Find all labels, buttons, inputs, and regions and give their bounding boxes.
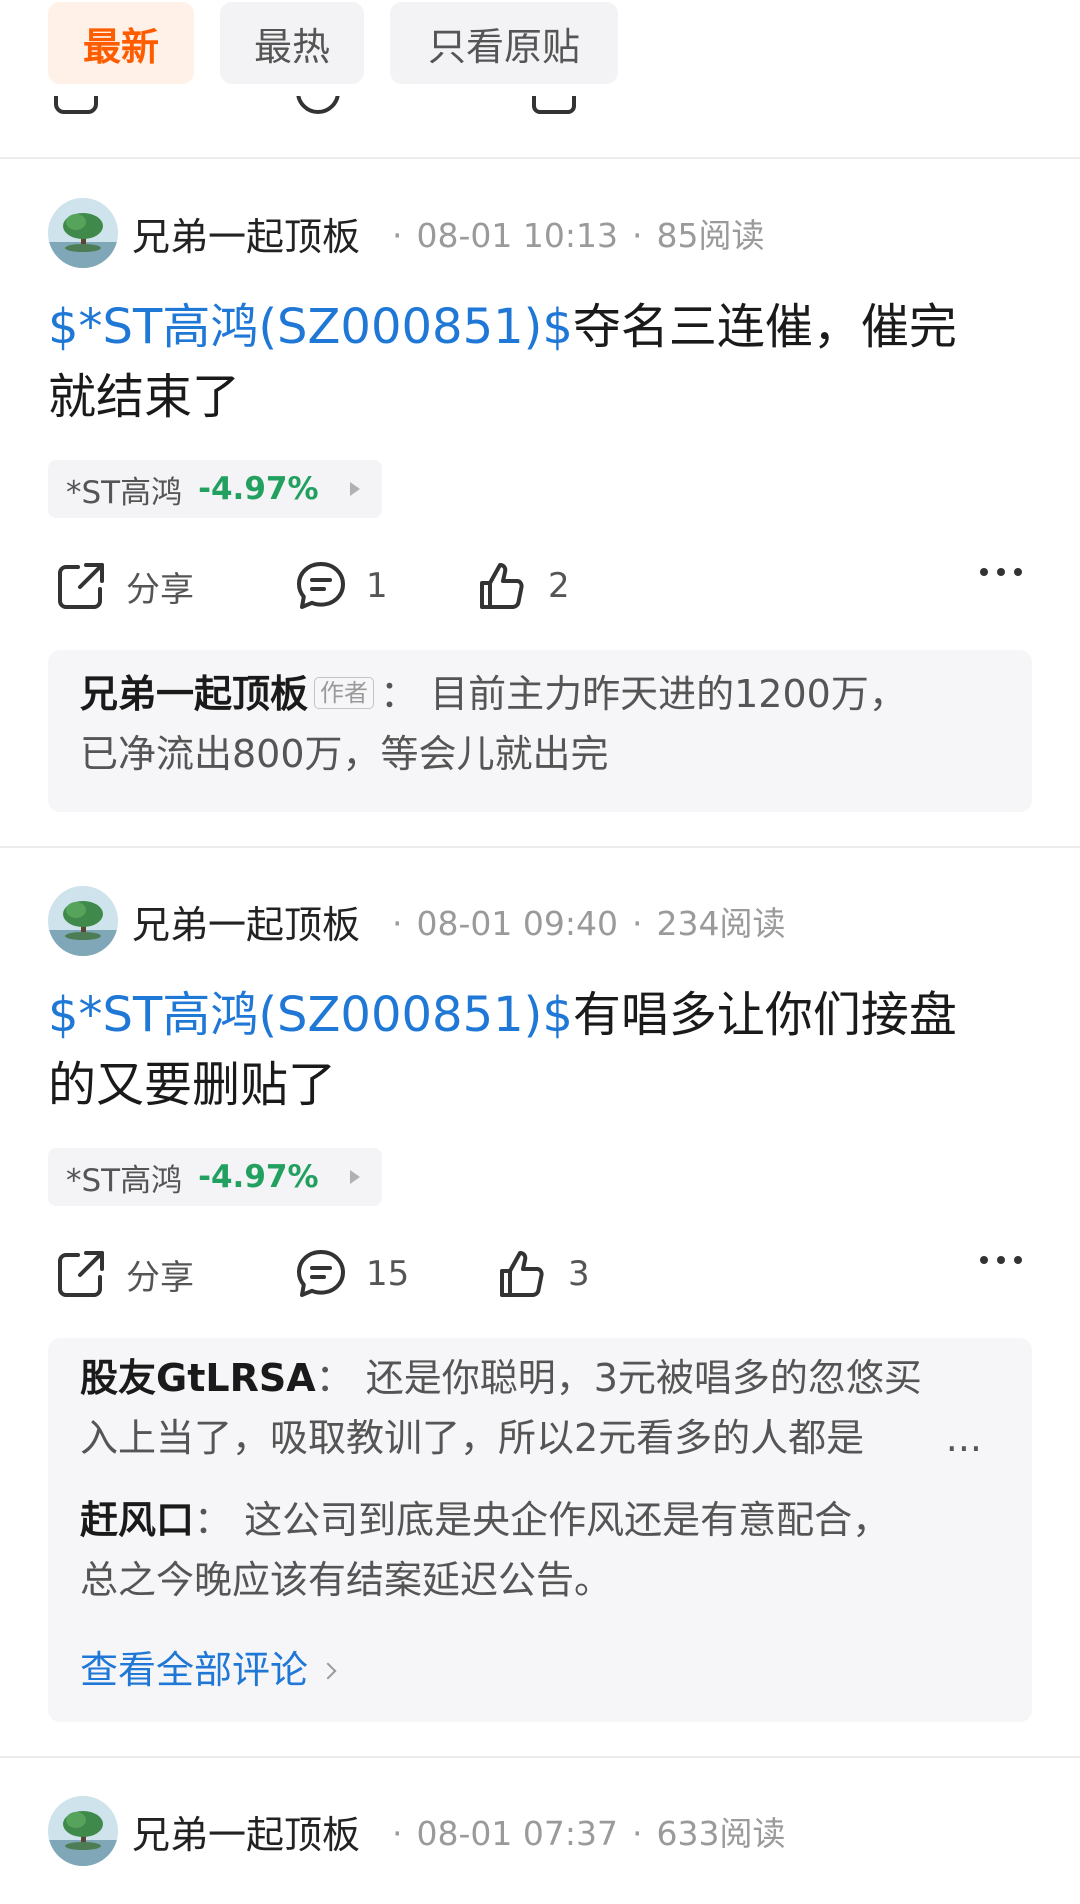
reply-item: 赶风口： 这公司到底是央企作风还是有意配合， 总之今晚应该有结案延迟公告。 bbox=[80, 1498, 891, 1602]
stock-name: *ST高鸿 bbox=[66, 474, 183, 511]
reply-item: 股友GtLRSA： 还是你聪明，3元被唱多的忽悠买 入上当了，吸取教训了，所以2… bbox=[80, 1348, 1010, 1468]
more-icon[interactable] bbox=[980, 1256, 1022, 1264]
stock-change: -4.97% bbox=[198, 1159, 319, 1195]
stock-chip[interactable]: *ST高鸿 -4.97% bbox=[48, 1148, 382, 1206]
post-header: 兄弟一起顶板 · 08-01 10:13 · 85阅读 bbox=[48, 198, 765, 268]
share-button[interactable]: 分享 bbox=[54, 556, 194, 616]
post-reads: 234阅读 bbox=[656, 904, 786, 943]
reply-text: 这公司到底是央企作风还是有意配合， bbox=[244, 1498, 891, 1542]
post-actions: 分享 15 3 bbox=[0, 1244, 1080, 1304]
post-text-line: 就结束了 bbox=[48, 369, 241, 425]
reply-item: 兄弟一起顶板 作者： 目前主力昨天进的1200万， 已净流出800万，等会儿就出完 bbox=[80, 672, 907, 776]
tab-latest[interactable]: 最新 bbox=[48, 2, 194, 84]
post-author[interactable]: 兄弟一起顶板 bbox=[132, 1804, 360, 1859]
share-icon bbox=[58, 563, 104, 609]
comment-count: 15 bbox=[366, 1254, 410, 1294]
comment-count: 1 bbox=[366, 566, 388, 606]
share-icon-partial bbox=[54, 96, 114, 118]
comment-button[interactable]: 15 bbox=[294, 1244, 409, 1304]
post-author[interactable]: 兄弟一起顶板 bbox=[132, 894, 360, 949]
post-text-line: 的又要删贴了 bbox=[48, 1057, 337, 1113]
like-count: 2 bbox=[548, 566, 570, 606]
divider bbox=[0, 157, 1080, 159]
like-button[interactable]: 3 bbox=[496, 1244, 590, 1304]
avatar[interactable] bbox=[48, 1796, 118, 1866]
share-label: 分享 bbox=[126, 569, 194, 610]
avatar[interactable] bbox=[48, 198, 118, 268]
more-icon[interactable] bbox=[980, 568, 1022, 576]
play-arrow-icon bbox=[350, 1170, 360, 1184]
thumbs-up-icon bbox=[500, 1251, 544, 1297]
reply-text: 已净流出800万，等会儿就出完 bbox=[80, 732, 609, 776]
post-text[interactable]: $*ST高鸿(SZ000851)$夺名三连催，催完 就结束了 bbox=[48, 292, 1008, 432]
like-count: 3 bbox=[568, 1254, 590, 1294]
post-actions: 分享 1 2 bbox=[0, 556, 1080, 616]
stock-chip[interactable]: *ST高鸿 -4.97% bbox=[48, 460, 382, 518]
feed-tabs: 最新 最热 只看原贴 bbox=[48, 2, 618, 84]
post-meta: · 08-01 09:40 · 234阅读 bbox=[392, 904, 786, 943]
comment-icon bbox=[297, 1250, 345, 1297]
comment-preview[interactable]: 股友GtLRSA： 还是你聪明，3元被唱多的忽悠买 入上当了，吸取教训了，所以2… bbox=[48, 1338, 1032, 1722]
share-label: 分享 bbox=[126, 1257, 194, 1298]
thumbs-up-icon bbox=[480, 563, 524, 609]
author-badge: 作者 bbox=[314, 677, 375, 709]
comment-button[interactable]: 1 bbox=[294, 556, 388, 616]
share-icon bbox=[58, 1251, 104, 1297]
reply-text: 还是你聪明，3元被唱多的忽悠买 bbox=[365, 1356, 922, 1400]
post-reads: 633阅读 bbox=[656, 1814, 786, 1853]
view-all-label: 查看全部评论 bbox=[80, 1648, 309, 1692]
reply-user[interactable]: 股友GtLRSA bbox=[80, 1356, 316, 1400]
reply-text: 目前主力昨天进的1200万， bbox=[430, 672, 907, 716]
tab-hot[interactable]: 最热 bbox=[220, 2, 364, 84]
reply-user[interactable]: 兄弟一起顶板 bbox=[80, 672, 308, 716]
play-arrow-icon bbox=[350, 482, 360, 496]
reply-ellipsis: ... bbox=[945, 1416, 982, 1460]
post-time: 08-01 07:37 bbox=[416, 1814, 618, 1853]
post-header: 兄弟一起顶板 · 08-01 07:37 · 633阅读 bbox=[48, 1796, 786, 1866]
like-icon-partial bbox=[532, 96, 592, 118]
post-meta: · 08-01 10:13 · 85阅读 bbox=[392, 216, 765, 255]
stock-link[interactable]: $*ST高鸿(SZ000851)$ bbox=[48, 299, 573, 355]
tab-original-only[interactable]: 只看原贴 bbox=[390, 2, 618, 84]
reply-text: 总之今晚应该有结案延迟公告。 bbox=[80, 1558, 613, 1602]
post-text-line: 夺名三连催，催完 bbox=[572, 299, 957, 355]
post-time: 08-01 10:13 bbox=[416, 216, 618, 255]
stock-change: -4.97% bbox=[198, 471, 319, 507]
stock-name: *ST高鸿 bbox=[66, 1162, 183, 1199]
stock-link[interactable]: $*ST高鸿(SZ000851)$ bbox=[48, 987, 573, 1043]
post-time: 08-01 09:40 bbox=[416, 904, 618, 943]
like-button[interactable]: 2 bbox=[476, 556, 570, 616]
divider bbox=[0, 846, 1080, 848]
post-text-line: 有唱多让你们接盘 bbox=[572, 987, 957, 1043]
comment-preview[interactable]: 兄弟一起顶板 作者： 目前主力昨天进的1200万， 已净流出800万，等会儿就出完 bbox=[48, 650, 1032, 812]
reply-text: 入上当了，吸取教训了，所以2元看多的人都是 bbox=[80, 1416, 865, 1460]
post-header: 兄弟一起顶板 · 08-01 09:40 · 234阅读 bbox=[48, 886, 786, 956]
post-author[interactable]: 兄弟一起顶板 bbox=[132, 206, 360, 261]
reply-user[interactable]: 赶风口 bbox=[80, 1498, 194, 1542]
share-button[interactable]: 分享 bbox=[54, 1244, 194, 1304]
divider bbox=[0, 1756, 1080, 1758]
post-reads: 85阅读 bbox=[656, 216, 765, 255]
view-all-comments-link[interactable]: 查看全部评论 bbox=[80, 1640, 337, 1700]
chevron-right-icon bbox=[319, 1662, 337, 1680]
comment-icon bbox=[297, 562, 345, 609]
post-text[interactable]: $*ST高鸿(SZ000851)$有唱多让你们接盘 的又要删贴了 bbox=[48, 980, 1008, 1120]
avatar[interactable] bbox=[48, 886, 118, 956]
comment-icon-partial bbox=[296, 96, 356, 118]
post-meta: · 08-01 07:37 · 633阅读 bbox=[392, 1814, 786, 1853]
